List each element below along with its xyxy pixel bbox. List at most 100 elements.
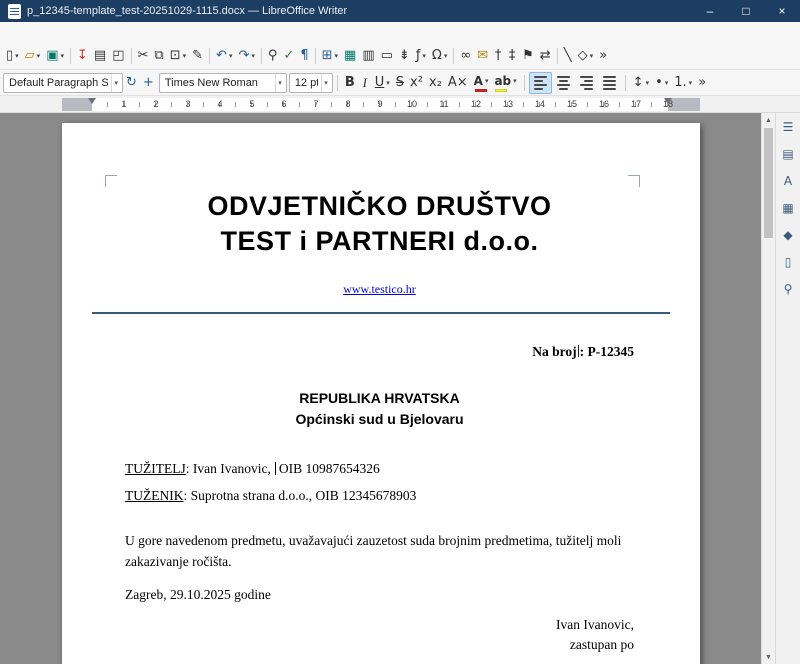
menu-window[interactable] bbox=[126, 22, 140, 42]
sidebar-settings-button[interactable]: ☰ bbox=[778, 117, 799, 137]
vertical-scrollbar[interactable]: ▲ ▼ bbox=[761, 113, 775, 664]
insert-bookmark-button[interactable]: ⚑ bbox=[519, 45, 537, 67]
menu-edit[interactable] bbox=[14, 22, 28, 42]
body-line[interactable]: zakazivanje ročišta. bbox=[125, 551, 634, 572]
strikethrough-button[interactable]: S bbox=[393, 72, 407, 94]
paragraph-style-select[interactable]: Default Paragraph Style ▾ bbox=[3, 73, 123, 93]
company-title[interactable]: ODVJETNIČKO DRUŠTVO TEST i PARTNERI d.o.… bbox=[125, 123, 634, 259]
superscript-button[interactable]: x² bbox=[407, 72, 426, 94]
open-file-button[interactable]: ▱▾ bbox=[22, 45, 44, 67]
print-preview-button[interactable]: ◰ bbox=[109, 45, 127, 67]
menu-tools[interactable] bbox=[112, 22, 126, 42]
website-link[interactable]: www.testico.hr bbox=[343, 282, 416, 296]
copy-button[interactable]: ⧉ bbox=[151, 45, 166, 67]
insert-table-button[interactable]: ⊞▾ bbox=[319, 45, 341, 67]
menu-file[interactable] bbox=[0, 22, 14, 42]
maximize-button[interactable]: □ bbox=[728, 0, 764, 22]
signature-line[interactable]: Ivan Ivanovic, bbox=[125, 615, 634, 635]
font-color-button[interactable]: A▾ bbox=[471, 72, 492, 94]
document-canvas[interactable]: ODVJETNIČKO DRUŠTVO TEST i PARTNERI d.o.… bbox=[0, 113, 761, 664]
align-center-button[interactable] bbox=[552, 72, 575, 94]
insert-comment-button[interactable]: ✉ bbox=[474, 45, 491, 67]
align-left-button[interactable] bbox=[529, 72, 552, 94]
subscript-button[interactable]: x₂ bbox=[426, 72, 445, 94]
menu-help[interactable] bbox=[140, 22, 154, 42]
horizontal-ruler[interactable]: 123456789101112131415161718 bbox=[0, 96, 800, 113]
unordered-list-button[interactable]: •▾ bbox=[652, 72, 671, 94]
insert-image-button[interactable]: ▦ bbox=[341, 45, 359, 67]
menu-format[interactable] bbox=[56, 22, 70, 42]
scrollbar-thumb[interactable] bbox=[764, 128, 773, 238]
sidebar-style-inspector-tab[interactable]: ⚲ bbox=[778, 279, 799, 299]
indent-marker-right[interactable] bbox=[664, 98, 672, 108]
italic-button[interactable]: I bbox=[358, 72, 372, 94]
signature-line[interactable]: zastupan po bbox=[125, 635, 634, 655]
document-page[interactable]: ODVJETNIČKO DRUŠTVO TEST i PARTNERI d.o.… bbox=[62, 123, 700, 664]
insert-endnote-button[interactable]: ‡ bbox=[505, 45, 519, 67]
basic-shapes-button[interactable]: ◇▾ bbox=[575, 45, 597, 67]
redo-button[interactable]: ↷▾ bbox=[235, 45, 257, 67]
undo-button[interactable]: ↶▾ bbox=[213, 45, 235, 67]
menu-form[interactable] bbox=[98, 22, 112, 42]
new-style-button[interactable]: + bbox=[140, 72, 157, 94]
scroll-down-arrow[interactable]: ▼ bbox=[762, 650, 775, 664]
new-document-button[interactable]: ▯▾ bbox=[3, 45, 22, 67]
chevron-down-icon[interactable]: ▾ bbox=[275, 74, 284, 92]
insert-footnote-button[interactable]: † bbox=[491, 45, 505, 67]
insert-cross-reference-button[interactable]: ⇄ bbox=[537, 45, 554, 67]
sidebar-page-tab[interactable]: ▯ bbox=[778, 252, 799, 272]
body-paragraph[interactable]: U gore navedenom predmetu, uvažavajući z… bbox=[125, 530, 634, 572]
highlight-color-button[interactable]: ab▾ bbox=[491, 72, 519, 94]
align-justify-button[interactable] bbox=[598, 72, 621, 94]
scroll-up-arrow[interactable]: ▲ bbox=[762, 113, 775, 127]
spelling-button[interactable]: ✓ bbox=[280, 45, 297, 67]
ruler-number: 12 bbox=[460, 97, 492, 111]
sidebar-properties-tab[interactable]: ▤ bbox=[778, 144, 799, 164]
print-button[interactable]: ▤ bbox=[91, 45, 109, 67]
insert-chart-button[interactable]: ▥ bbox=[359, 45, 377, 67]
close-button[interactable]: × bbox=[764, 0, 800, 22]
chevron-down-icon[interactable]: ▾ bbox=[111, 74, 120, 92]
update-style-button[interactable]: ↻ bbox=[123, 72, 140, 94]
find-replace-button[interactable]: ⚲ bbox=[265, 45, 281, 67]
defendant-line[interactable]: TUŽENIK: Suprotna strana d.o.o., OIB 123… bbox=[125, 487, 634, 504]
ordered-list-button[interactable]: 1.▾ bbox=[671, 72, 695, 94]
formatting-marks-button[interactable]: ¶ bbox=[297, 45, 311, 67]
line-spacing-button[interactable]: ↕▾ bbox=[630, 72, 652, 94]
clear-formatting-button[interactable]: A× bbox=[445, 72, 471, 94]
menu-styles[interactable] bbox=[70, 22, 84, 42]
export-pdf-button[interactable]: ↧ bbox=[74, 45, 91, 67]
sidebar-styles-tab[interactable]: A bbox=[778, 171, 799, 191]
body-line[interactable]: U gore navedenom predmetu, uvažavajući z… bbox=[125, 530, 634, 551]
paste-button[interactable]: ⊡▾ bbox=[167, 45, 189, 67]
signature-block[interactable]: Ivan Ivanovic,zastupan po bbox=[125, 615, 634, 655]
menu-insert[interactable] bbox=[42, 22, 56, 42]
bold-button[interactable]: B bbox=[342, 72, 358, 94]
indent-marker-left[interactable] bbox=[88, 98, 96, 108]
font-size-select[interactable]: 12 pt ▾ bbox=[289, 73, 333, 93]
sidebar-navigator-tab[interactable]: ◆ bbox=[778, 225, 799, 245]
insert-special-character-button[interactable]: Ω▾ bbox=[429, 45, 450, 67]
case-number-line[interactable]: Na broj: P-12345 bbox=[125, 344, 634, 360]
formatting-toolbar-overflow-button[interactable]: » bbox=[695, 72, 709, 94]
insert-field-button[interactable]: ƒ▾ bbox=[413, 45, 429, 67]
underline-button[interactable]: U▾ bbox=[372, 72, 393, 94]
menu-table[interactable] bbox=[84, 22, 98, 42]
menu-view[interactable] bbox=[28, 22, 42, 42]
insert-text-box-button[interactable]: ▭ bbox=[378, 45, 396, 67]
court-heading[interactable]: REPUBLIKA HRVATSKA Općinski sud u Bjelov… bbox=[125, 388, 634, 430]
font-name-select[interactable]: Times New Roman ▾ bbox=[159, 73, 287, 93]
insert-line-button[interactable]: ╲ bbox=[561, 45, 575, 67]
clone-formatting-button[interactable]: ✎ bbox=[189, 45, 206, 67]
plaintiff-line[interactable]: TUŽITELJ: Ivan Ivanovic,OIB 10987654326 bbox=[125, 460, 634, 477]
insert-page-break-button[interactable]: ⇟ bbox=[396, 45, 413, 67]
cut-button[interactable]: ✂ bbox=[135, 45, 152, 67]
sidebar-gallery-tab[interactable]: ▦ bbox=[778, 198, 799, 218]
date-line[interactable]: Zagreb, 29.10.2025 godine bbox=[125, 586, 634, 603]
toolbar-overflow-button[interactable]: » bbox=[596, 45, 610, 67]
minimize-button[interactable]: – bbox=[692, 0, 728, 22]
insert-hyperlink-button[interactable]: ∞ bbox=[457, 45, 474, 67]
chevron-down-icon[interactable]: ▾ bbox=[321, 74, 330, 92]
save-button[interactable]: ▣▾ bbox=[43, 45, 67, 67]
align-right-button[interactable] bbox=[575, 72, 598, 94]
